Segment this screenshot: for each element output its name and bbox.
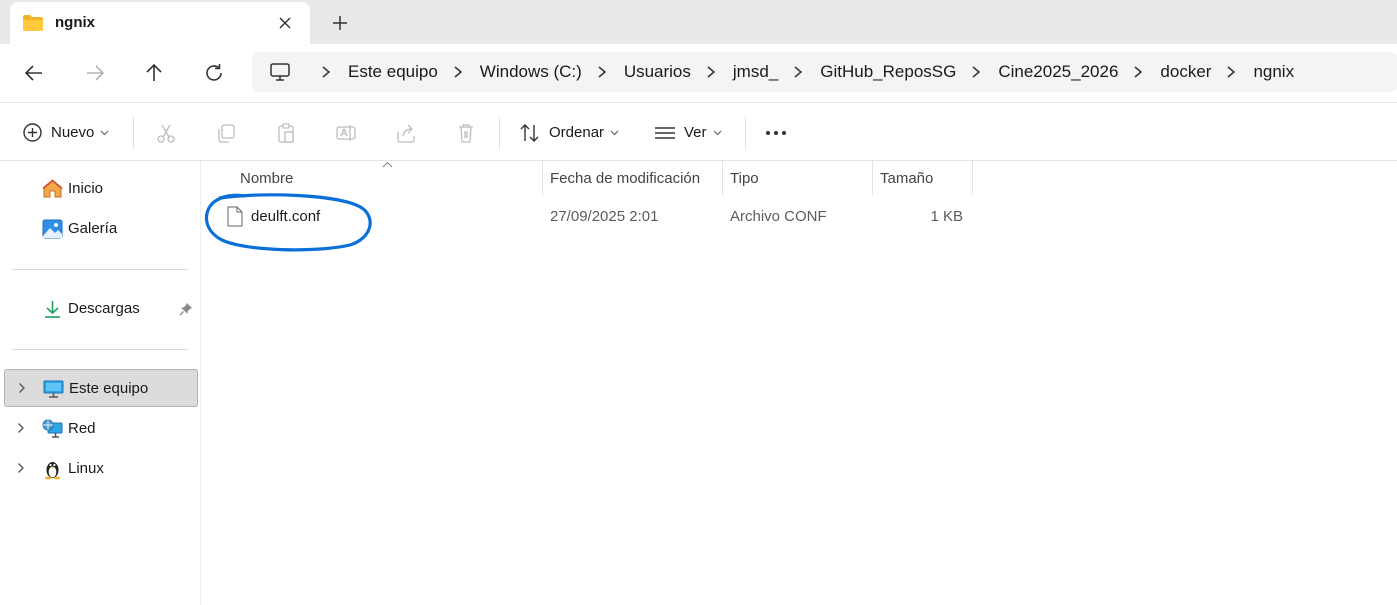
toolbar-divider	[499, 117, 500, 149]
breadcrumb-item-este-equipo[interactable]: Este equipo	[348, 62, 438, 82]
network-icon	[42, 419, 63, 439]
sidebar-item-galeria[interactable]: Galería	[4, 210, 198, 248]
folder-icon	[22, 13, 44, 33]
share-icon[interactable]	[395, 122, 417, 144]
chevron-right-icon[interactable]	[18, 382, 26, 394]
chevron-right-icon[interactable]	[317, 65, 335, 79]
chevron-down-icon	[713, 130, 722, 136]
column-divider[interactable]	[972, 161, 973, 195]
sidebar-item-este-equipo[interactable]: Este equipo	[4, 369, 198, 407]
file-modified: 27/09/2025 2:01	[550, 208, 659, 225]
toolbar-divider	[133, 117, 134, 149]
chevron-right-icon[interactable]	[967, 65, 985, 79]
sidebar-item-linux[interactable]: Linux	[4, 450, 198, 488]
tab-title: ngnix	[55, 14, 95, 31]
breadcrumb: Este equipo Windows (C:) Usuarios jmsd_ …	[310, 52, 1298, 92]
computer-icon[interactable]	[269, 62, 291, 82]
sidebar-divider	[12, 269, 188, 270]
chevron-right-icon[interactable]	[593, 65, 611, 79]
new-button[interactable]: Nuevo	[22, 103, 109, 162]
sidebar-item-label: Descargas	[68, 300, 140, 317]
arrow-up-icon[interactable]	[142, 61, 166, 85]
column-header-nombre[interactable]: Nombre	[240, 161, 293, 195]
sort-ascending-icon	[382, 161, 393, 168]
chevron-right-icon[interactable]	[1222, 65, 1240, 79]
chevron-right-icon[interactable]	[702, 65, 720, 79]
column-divider[interactable]	[872, 161, 873, 195]
sidebar-divider	[12, 349, 188, 350]
sidebar-item-descargas[interactable]: Descargas	[4, 290, 198, 328]
chevron-right-icon[interactable]	[17, 422, 25, 434]
sidebar-item-label: Red	[68, 420, 96, 437]
more-icon[interactable]	[765, 122, 789, 144]
gallery-icon	[42, 219, 63, 239]
sidebar-item-label: Inicio	[68, 180, 104, 197]
new-button-label: Nuevo	[51, 124, 95, 141]
view-button-label: Ver	[684, 124, 707, 141]
navigation-pane: Inicio Galería Descargas Este equipo Red…	[0, 161, 201, 605]
command-bar: Nuevo Ordenar Ver	[0, 102, 1397, 161]
refresh-icon[interactable]	[202, 61, 226, 85]
sidebar-item-inicio[interactable]: Inicio	[4, 170, 198, 208]
chevron-down-icon	[100, 130, 109, 136]
linux-icon	[42, 459, 63, 480]
chevron-right-icon[interactable]	[17, 462, 25, 474]
plus-circle-icon	[22, 122, 43, 143]
tab-ngnix[interactable]: ngnix	[10, 2, 310, 44]
breadcrumb-item-cine2025-2026[interactable]: Cine2025_2026	[998, 62, 1118, 82]
title-bar: ngnix	[0, 0, 1397, 44]
column-divider[interactable]	[722, 161, 723, 195]
sort-button[interactable]: Ordenar	[519, 103, 619, 162]
breadcrumb-item-windows-c[interactable]: Windows (C:)	[480, 62, 582, 82]
column-header-fecha[interactable]: Fecha de modificación	[550, 161, 700, 195]
pin-icon[interactable]	[179, 302, 193, 316]
chevron-right-icon[interactable]	[789, 65, 807, 79]
sidebar-item-label: Galería	[68, 220, 118, 237]
sidebar-item-red[interactable]: Red	[4, 410, 198, 448]
toolbar-divider	[745, 117, 746, 149]
breadcrumb-item-ngnix[interactable]: ngnix	[1253, 62, 1294, 82]
arrow-left-icon[interactable]	[22, 61, 46, 85]
breadcrumb-item-jmsd[interactable]: jmsd_	[733, 62, 778, 82]
file-size: 1 KB	[930, 208, 963, 225]
file-type: Archivo CONF	[730, 208, 827, 225]
view-icon	[654, 125, 676, 141]
breadcrumb-item-github-repossg[interactable]: GitHub_ReposSG	[820, 62, 956, 82]
sort-button-label: Ordenar	[549, 124, 605, 141]
computer-icon	[43, 379, 64, 399]
home-icon	[42, 179, 63, 199]
column-header-tamano[interactable]: Tamaño	[880, 161, 933, 195]
column-divider[interactable]	[542, 161, 543, 195]
chevron-down-icon	[610, 130, 619, 136]
address-bar[interactable]: Este equipo Windows (C:) Usuarios jmsd_ …	[252, 52, 1397, 92]
arrow-right-icon[interactable]	[83, 61, 107, 85]
sort-icon	[519, 123, 541, 143]
download-icon	[42, 299, 63, 319]
paste-icon[interactable]	[275, 122, 297, 144]
close-icon[interactable]	[275, 13, 295, 33]
navigation-bar: Este equipo Windows (C:) Usuarios jmsd_ …	[0, 44, 1397, 102]
file-row[interactable]: deulft.conf 27/09/2025 2:01 Archivo CONF…	[222, 199, 972, 235]
chevron-right-icon[interactable]	[449, 65, 467, 79]
file-list: Nombre Fecha de modificación Tipo Tamaño…	[202, 161, 1397, 605]
file-name[interactable]: deulft.conf	[251, 208, 320, 225]
new-tab-icon[interactable]	[330, 13, 350, 33]
chevron-right-icon[interactable]	[1129, 65, 1147, 79]
file-icon	[227, 206, 243, 227]
rename-icon[interactable]	[335, 122, 357, 144]
copy-icon[interactable]	[215, 122, 237, 144]
sidebar-item-label: Linux	[68, 460, 104, 477]
view-button[interactable]: Ver	[654, 103, 722, 162]
breadcrumb-item-docker[interactable]: docker	[1160, 62, 1211, 82]
delete-icon[interactable]	[455, 122, 477, 144]
cut-icon[interactable]	[155, 122, 177, 144]
sidebar-item-label: Este equipo	[69, 380, 149, 397]
breadcrumb-item-usuarios[interactable]: Usuarios	[624, 62, 691, 82]
column-header-tipo[interactable]: Tipo	[730, 161, 759, 195]
